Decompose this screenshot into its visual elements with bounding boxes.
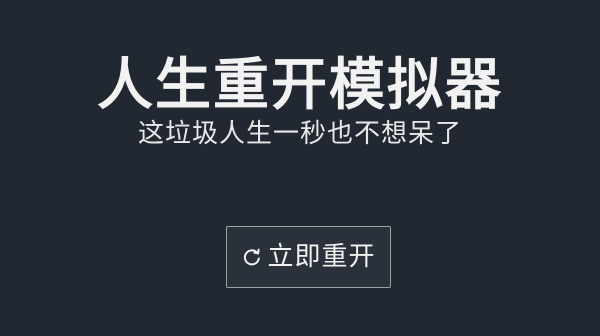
- restart-button[interactable]: 立即重开: [226, 226, 391, 288]
- app-title: 人生重开模拟器: [97, 53, 503, 118]
- refresh-icon: [241, 246, 263, 268]
- app-subtitle: 这垃圾人生一秒也不想呆了: [137, 119, 462, 149]
- home-screen: 人生重开模拟器 这垃圾人生一秒也不想呆了 立即重开: [0, 0, 600, 336]
- restart-button-label: 立即重开: [267, 242, 376, 272]
